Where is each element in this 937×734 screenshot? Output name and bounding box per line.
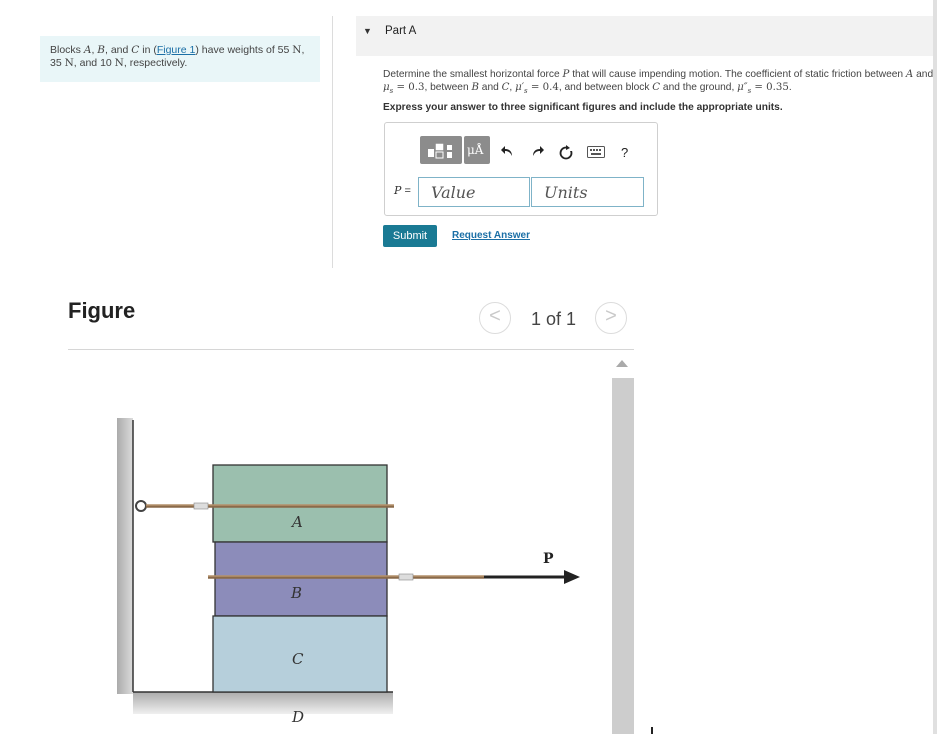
- cursor-mark: [651, 727, 653, 734]
- label-b: B: [290, 584, 302, 602]
- scroll-up-icon[interactable]: [616, 360, 628, 367]
- wall: [117, 418, 133, 694]
- ground: [133, 692, 393, 714]
- label-a: A: [290, 513, 303, 531]
- force-arrow-p: [484, 570, 580, 584]
- block-b: [214, 541, 388, 617]
- scrollbar-thumb[interactable]: [612, 378, 634, 734]
- label-c: C: [292, 650, 304, 668]
- blocks-figure: A B C D P: [117, 418, 580, 726]
- right-panel-edge: [933, 0, 937, 734]
- label-d: D: [291, 708, 304, 726]
- label-p: P: [543, 551, 554, 567]
- help-button[interactable]: ?: [621, 145, 628, 160]
